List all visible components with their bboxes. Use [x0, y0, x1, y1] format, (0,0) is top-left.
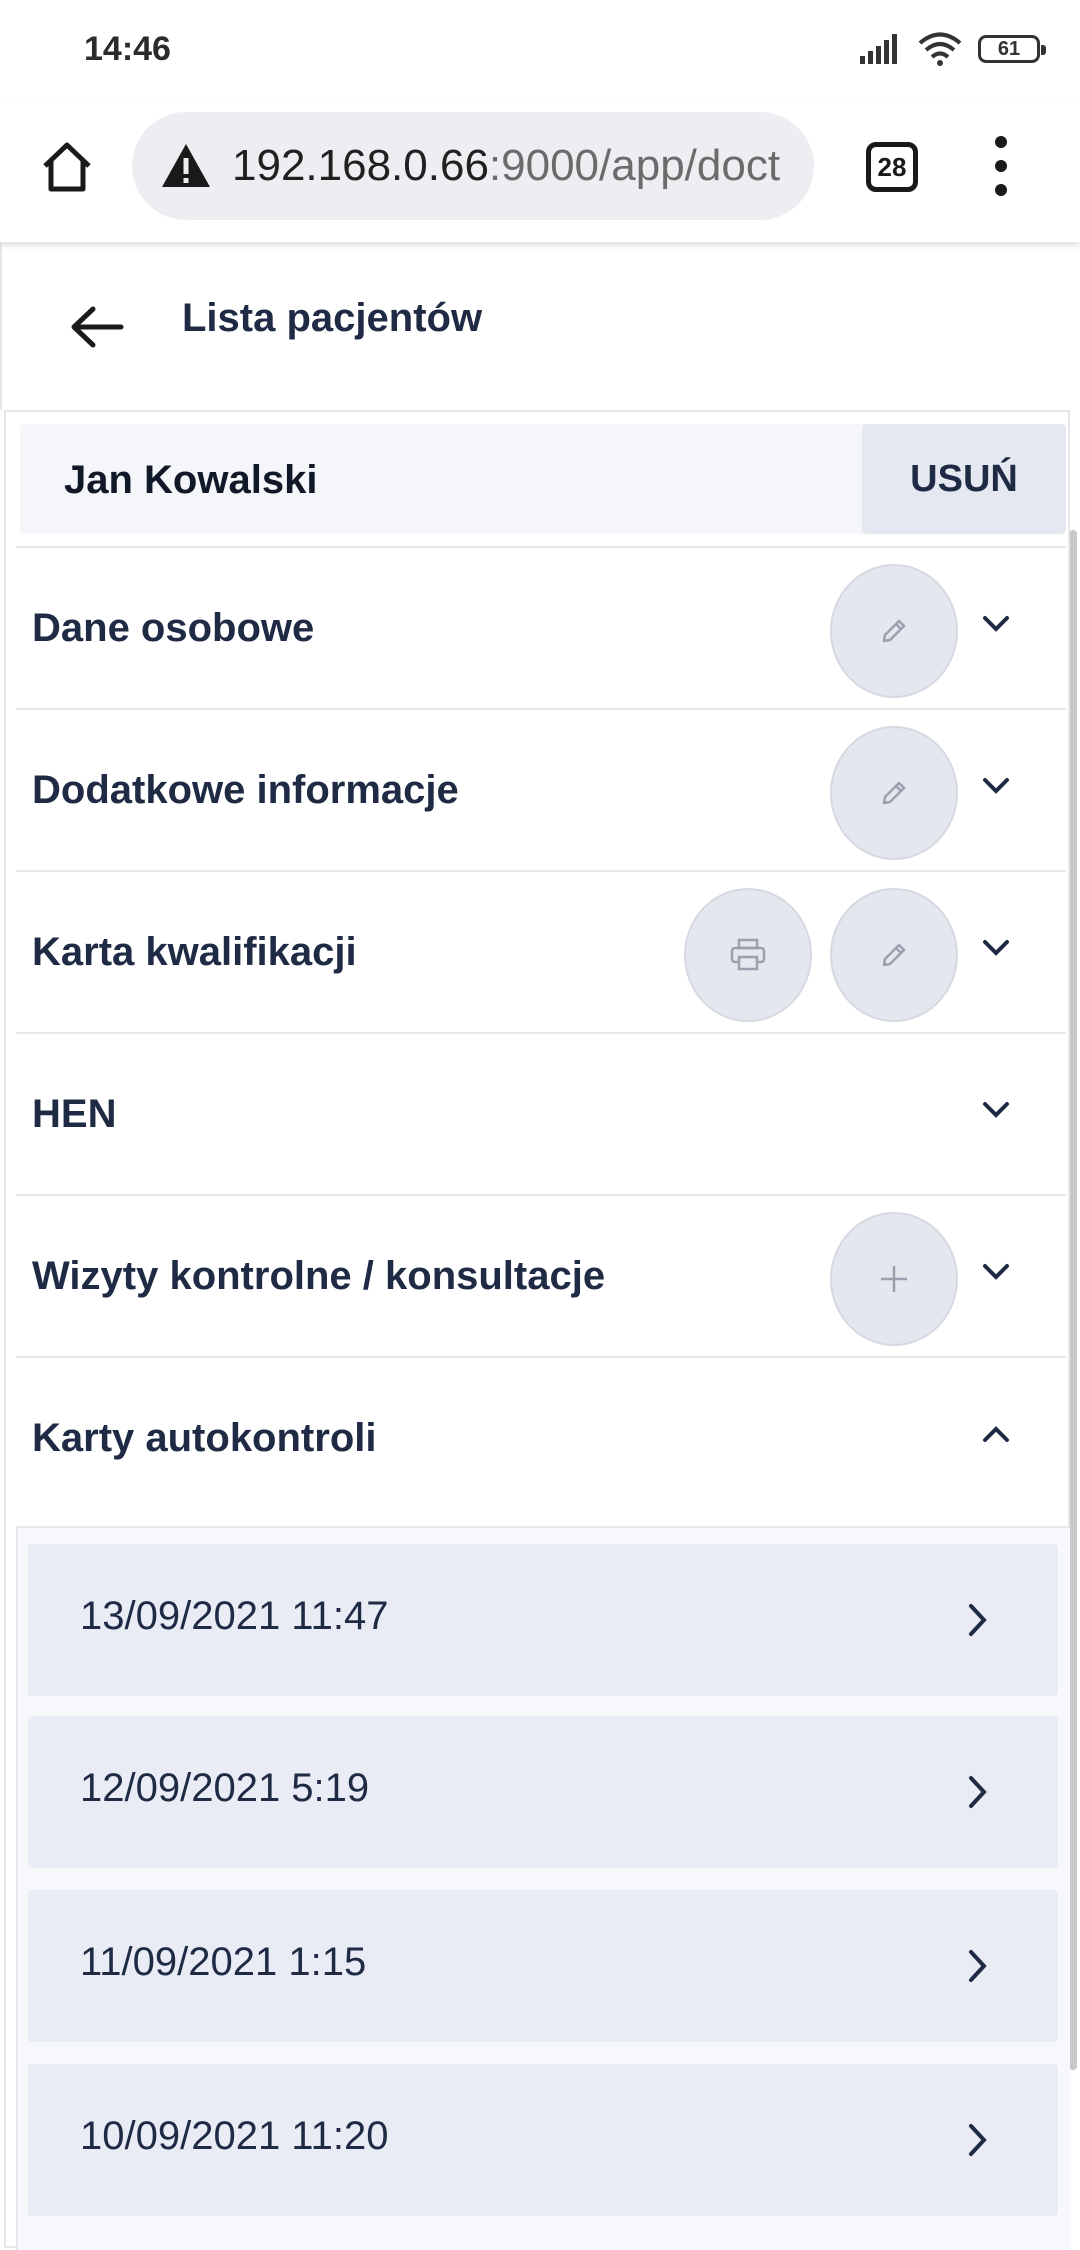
url-host: 192.168.0.66 [232, 141, 489, 190]
chevron-down-icon[interactable] [976, 766, 1016, 806]
battery-level: 61 [997, 37, 1021, 60]
self-control-card-list: 13/09/2021 11:47 12/09/2021 5:19 11/09/2… [16, 1526, 1070, 2250]
chevron-down-icon[interactable] [976, 604, 1016, 644]
warning-icon[interactable] [160, 140, 212, 192]
patient-bar: Jan Kowalski USUŃ [20, 424, 1066, 534]
list-item[interactable]: 12/09/2021 5:19 [28, 1716, 1058, 1868]
home-button[interactable] [36, 136, 98, 198]
address-bar[interactable]: 192.168.0.66:9000/app/doct [132, 112, 814, 220]
section-title: Wizyty kontrolne / konsultacje [32, 1254, 606, 1298]
pencil-icon [882, 619, 906, 643]
battery-icon: 61 [978, 35, 1046, 63]
section-personal-data[interactable]: Dane osobowe [16, 546, 1066, 708]
section-title: HEN [32, 1092, 117, 1136]
section-title: Dane osobowe [32, 606, 315, 650]
browser-menu-button[interactable] [986, 136, 1016, 196]
url-path: :9000/app/doct [488, 141, 781, 190]
section-qualification-card[interactable]: Karta kwalifikacji [16, 870, 1066, 1032]
tab-count: 28 [877, 151, 907, 182]
print-button[interactable] [684, 888, 812, 1022]
delete-patient-button[interactable]: USUŃ [862, 424, 1066, 534]
browser-toolbar: 192.168.0.66:9000/app/doct 28 [0, 100, 1080, 242]
status-bar: 14:46 61 [0, 0, 1080, 100]
pencil-icon [882, 781, 906, 805]
chevron-down-icon[interactable] [976, 1252, 1016, 1292]
scrollbar[interactable] [1069, 530, 1077, 2070]
page-title: Lista pacjentów [182, 296, 483, 340]
card-date: 10/09/2021 11:20 [80, 2114, 389, 2158]
chevron-down-icon[interactable] [976, 1090, 1016, 1130]
url-text[interactable]: 192.168.0.66:9000/app/doct [232, 141, 780, 191]
plus-icon [881, 1266, 907, 1292]
add-visit-button[interactable] [830, 1212, 958, 1346]
chevron-right-icon [958, 1596, 998, 1644]
section-additional-info[interactable]: Dodatkowe informacje [16, 708, 1066, 870]
section-self-control-cards[interactable]: Karty autokontroli [16, 1356, 1066, 1518]
tab-switcher-button[interactable]: 28 [866, 142, 918, 192]
chevron-up-icon[interactable] [976, 1414, 1016, 1454]
section-control-visits[interactable]: Wizyty kontrolne / konsultacje [16, 1194, 1066, 1356]
menu-dot-icon [995, 160, 1007, 172]
list-item[interactable]: 13/09/2021 11:47 [28, 1544, 1058, 1696]
back-button[interactable] [62, 292, 132, 362]
status-time: 14:46 [84, 30, 171, 68]
pencil-icon [882, 943, 906, 967]
chevron-right-icon [958, 1942, 998, 1990]
section-hen[interactable]: HEN [16, 1032, 1066, 1194]
card-date: 12/09/2021 5:19 [80, 1766, 370, 1810]
home-icon [43, 142, 91, 192]
edit-button[interactable] [830, 888, 958, 1022]
patient-name: Jan Kowalski [64, 458, 318, 502]
wifi-icon [918, 32, 962, 66]
menu-dot-icon [995, 184, 1007, 196]
section-title: Karta kwalifikacji [32, 930, 357, 974]
chevron-down-icon[interactable] [976, 928, 1016, 968]
arrow-left-icon [71, 306, 124, 348]
card-date: 13/09/2021 11:47 [80, 1594, 389, 1638]
section-title: Karty autokontroli [32, 1416, 377, 1460]
card-date: 11/09/2021 1:15 [80, 1940, 367, 1984]
chevron-right-icon [958, 2116, 998, 2164]
printer-icon [730, 938, 766, 971]
list-item[interactable]: 10/09/2021 11:20 [28, 2064, 1058, 2216]
signal-icon [860, 34, 897, 64]
list-item[interactable]: 11/09/2021 1:15 [28, 1890, 1058, 2042]
edit-button[interactable] [830, 726, 958, 860]
menu-dot-icon [995, 136, 1007, 148]
status-icons: 61 [860, 32, 1046, 66]
app-header: Lista pacjentów [0, 242, 1080, 410]
section-title: Dodatkowe informacje [32, 768, 459, 812]
edit-button[interactable] [830, 564, 958, 698]
chevron-right-icon [958, 1768, 998, 1816]
